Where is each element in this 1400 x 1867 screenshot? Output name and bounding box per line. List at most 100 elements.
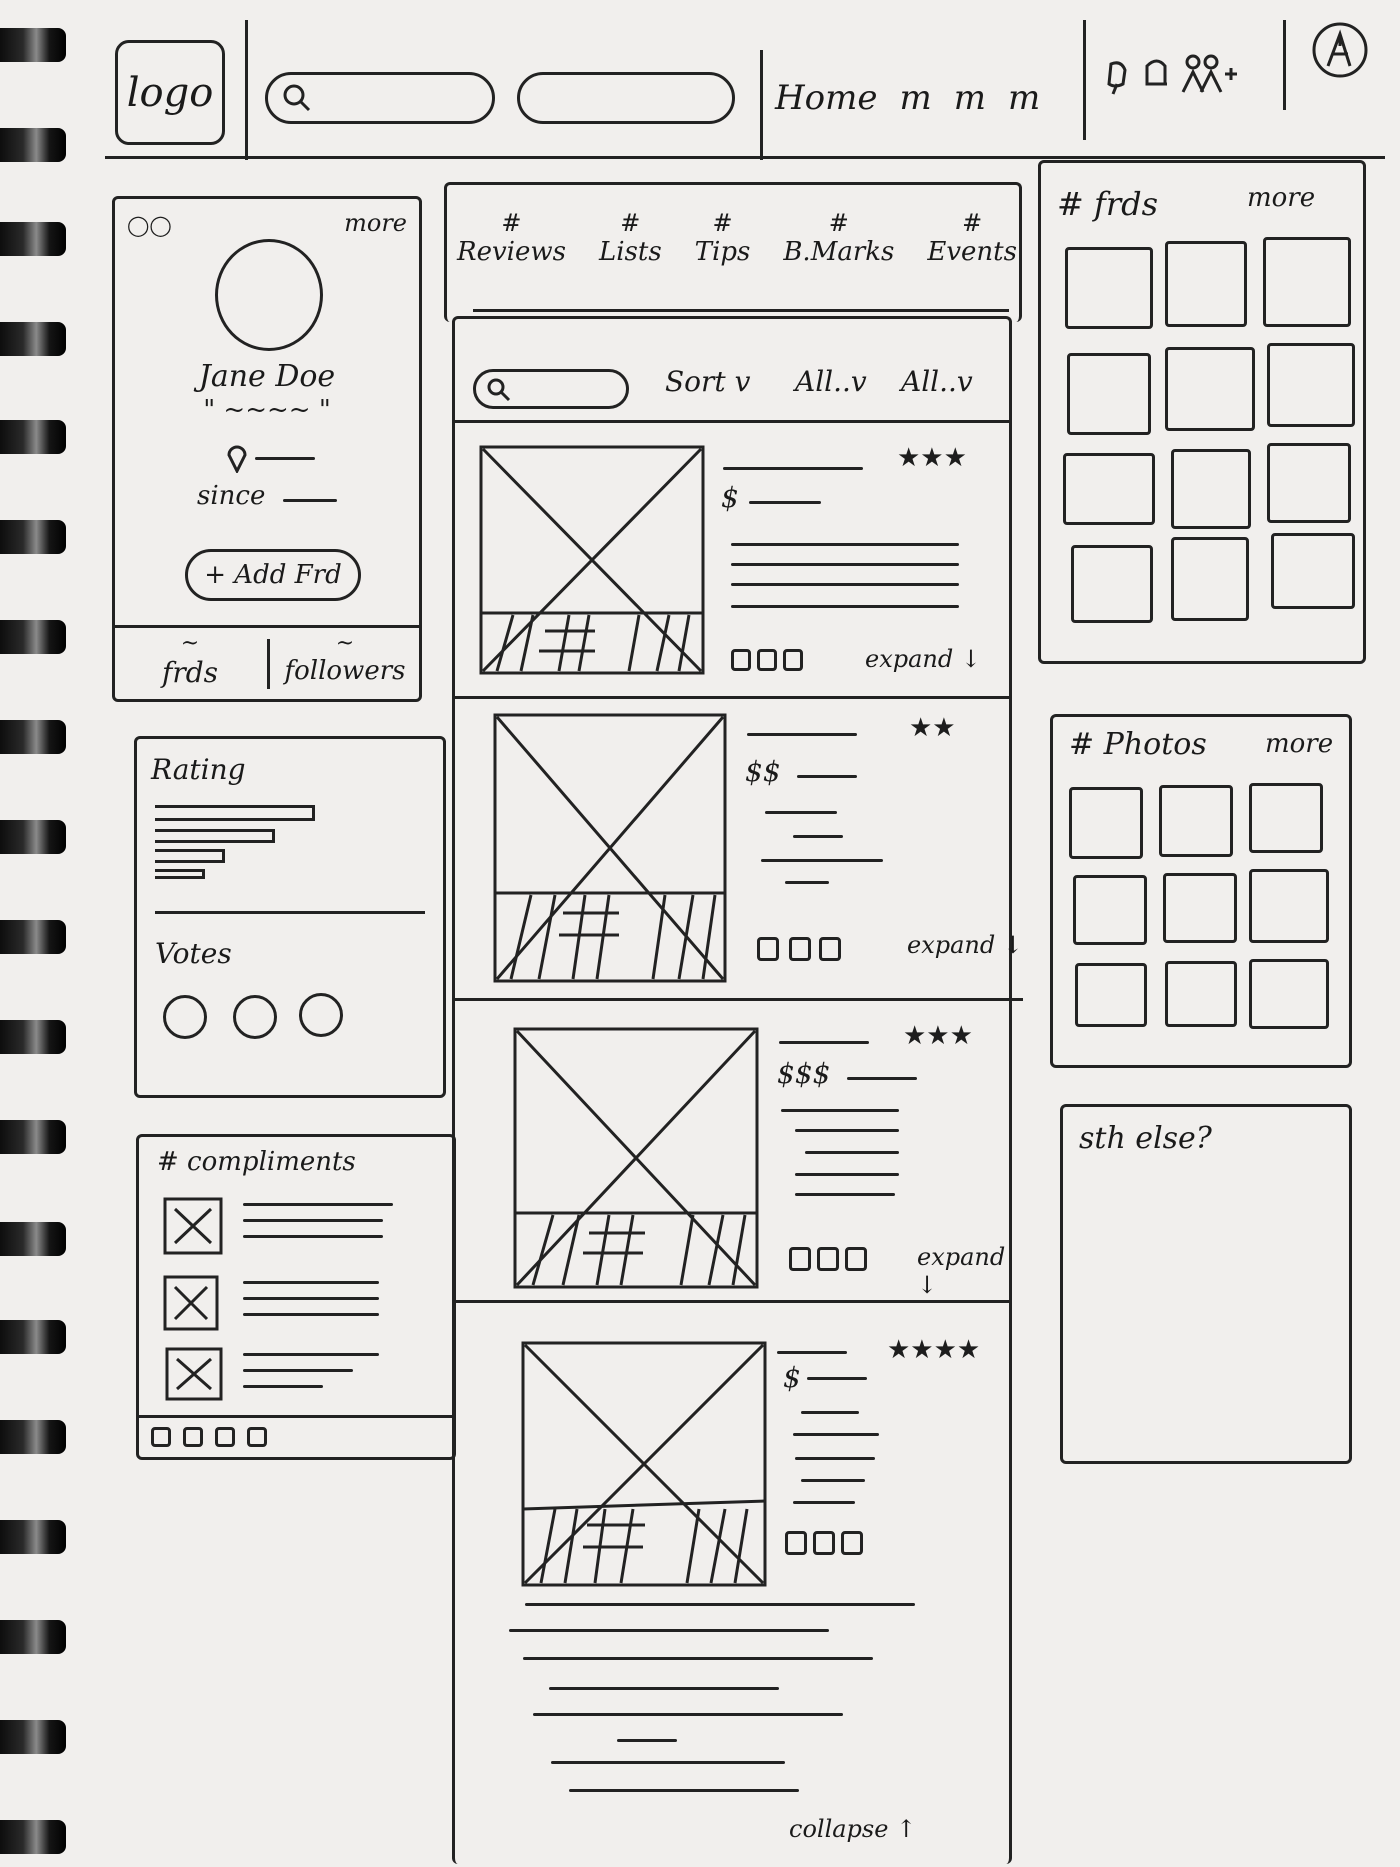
review-item: ★★★★ $ collapse ↑	[455, 1305, 1009, 1867]
friend-thumbnail[interactable]	[1063, 453, 1155, 525]
friends-label: frds	[161, 656, 219, 689]
star-rating: ★★★	[897, 443, 967, 473]
business-name-line	[723, 467, 863, 470]
collapse-link[interactable]: collapse ↑	[789, 1815, 916, 1843]
page-button[interactable]	[151, 1427, 171, 1447]
rating-title: Rating	[151, 753, 246, 786]
friend-thumbnail[interactable]	[1271, 533, 1355, 609]
photo-thumbnail[interactable]	[1075, 963, 1147, 1027]
nav-item[interactable]: m	[1008, 78, 1040, 118]
logo[interactable]: logo	[115, 40, 225, 145]
photo-thumbnail[interactable]	[1249, 959, 1329, 1029]
followers-label: followers	[284, 656, 406, 686]
filter-dropdown-2[interactable]: All..v	[901, 365, 973, 398]
friend-thumbnail[interactable]	[1165, 241, 1247, 327]
friends-count: ~	[180, 631, 200, 656]
followers-count: ~	[335, 631, 355, 656]
location-pin-icon	[227, 445, 247, 473]
stats-divider-vertical	[267, 639, 270, 689]
options-icon[interactable]: ◯◯	[127, 213, 172, 237]
business-name-line	[747, 733, 857, 736]
friends-card: # frds more	[1038, 160, 1366, 664]
compliments-title: # compliments	[157, 1147, 356, 1177]
vote-button[interactable]	[845, 1247, 867, 1271]
tab-reviews[interactable]: # Reviews	[457, 209, 566, 267]
nav-links: Home m m m	[775, 78, 1040, 118]
add-friend-button[interactable]: + Add Frd	[185, 549, 361, 601]
vote-button[interactable]	[785, 1531, 807, 1555]
star-rating: ★★★	[903, 1021, 973, 1051]
friends-more-link[interactable]: more	[1247, 183, 1315, 213]
add-friend-icon[interactable]	[1181, 52, 1241, 98]
location-input[interactable]	[517, 72, 735, 124]
photo-thumbnail[interactable]	[1163, 873, 1237, 943]
photo-thumbnail[interactable]	[1159, 785, 1233, 857]
friend-thumbnail[interactable]	[1171, 537, 1249, 621]
friends-stat[interactable]: ~ frds	[125, 631, 255, 689]
expand-link[interactable]: expand ↓	[907, 931, 1023, 959]
vote-button[interactable]	[813, 1531, 835, 1555]
page-button[interactable]	[183, 1427, 203, 1447]
divider	[1083, 20, 1086, 140]
vote-button[interactable]	[789, 1247, 811, 1271]
vote-button[interactable]	[731, 649, 751, 671]
vote-button[interactable]	[757, 937, 779, 961]
photos-title: # Photos	[1069, 727, 1207, 762]
expand-link[interactable]: expand ↓	[917, 1243, 1009, 1299]
review-photo-placeholder[interactable]	[479, 445, 705, 675]
vote-button[interactable]	[783, 649, 803, 671]
review-search-input[interactable]	[473, 369, 629, 409]
nav-home[interactable]: Home	[775, 78, 877, 118]
nav-item[interactable]: m	[899, 78, 931, 118]
expand-link[interactable]: expand ↓	[865, 645, 981, 673]
vote-button[interactable]	[789, 937, 811, 961]
page-button[interactable]	[247, 1427, 267, 1447]
star-rating: ★★★★	[887, 1335, 981, 1365]
review-photo-placeholder[interactable]	[521, 1341, 767, 1587]
tab-events[interactable]: # Events	[927, 209, 1017, 267]
filter-dropdown-1[interactable]: All..v	[795, 365, 867, 398]
vote-funny-button[interactable]	[233, 995, 277, 1039]
vote-useful-button[interactable]	[163, 995, 207, 1039]
vote-cool-button[interactable]	[299, 993, 343, 1037]
sort-dropdown[interactable]: Sort v	[665, 365, 750, 398]
tab-lists[interactable]: # Lists	[599, 209, 662, 267]
notifications-icon[interactable]	[1103, 58, 1133, 98]
photo-thumbnail[interactable]	[1249, 869, 1329, 943]
review-photo-placeholder[interactable]	[513, 1027, 759, 1289]
avatar-icon[interactable]	[1310, 20, 1370, 80]
friend-thumbnail[interactable]	[1065, 247, 1153, 329]
search-input[interactable]	[265, 72, 495, 124]
price-range: $	[721, 481, 739, 514]
friend-thumbnail[interactable]	[1171, 449, 1251, 529]
photo-thumbnail[interactable]	[1073, 875, 1147, 945]
nav-item[interactable]: m	[954, 78, 986, 118]
profile-more-link[interactable]: more	[344, 209, 407, 237]
friend-thumbnail[interactable]	[1263, 237, 1351, 327]
compliments-card: # compliments	[136, 1134, 456, 1460]
messages-icon[interactable]	[1139, 54, 1173, 94]
tab-tips[interactable]: # Tips	[695, 209, 751, 267]
friend-thumbnail[interactable]	[1067, 353, 1151, 435]
photo-thumbnail[interactable]	[1249, 783, 1323, 853]
review-photo-placeholder[interactable]	[493, 713, 727, 983]
review-item: ★★★ $ expand ↓	[455, 423, 1009, 699]
photos-more-link[interactable]: more	[1265, 729, 1333, 759]
tab-bookmarks[interactable]: # B.Marks	[783, 209, 894, 267]
friend-thumbnail[interactable]	[1071, 545, 1153, 623]
divider	[245, 20, 248, 160]
friend-thumbnail[interactable]	[1165, 347, 1255, 431]
photo-thumbnail[interactable]	[1069, 787, 1143, 859]
vote-button[interactable]	[841, 1531, 863, 1555]
vote-button[interactable]	[757, 649, 777, 671]
vote-button[interactable]	[819, 937, 841, 961]
compliment-image-icon	[165, 1347, 223, 1401]
followers-stat[interactable]: ~ followers	[275, 631, 415, 686]
vote-button[interactable]	[817, 1247, 839, 1271]
page-button[interactable]	[215, 1427, 235, 1447]
compliment-image-icon	[163, 1275, 219, 1331]
compliment-image-icon	[163, 1197, 223, 1255]
friend-thumbnail[interactable]	[1267, 343, 1355, 427]
friend-thumbnail[interactable]	[1267, 443, 1351, 523]
photo-thumbnail[interactable]	[1165, 961, 1237, 1027]
